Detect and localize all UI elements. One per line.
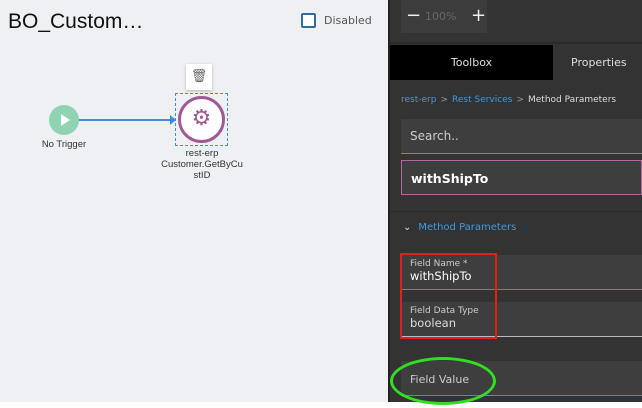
section-header[interactable]: ⌄ Method Parameters <box>403 222 516 233</box>
trigger-label: No Trigger <box>41 139 87 150</box>
breadcrumb-sep: > <box>516 95 524 105</box>
green-highlight-annotation <box>390 357 496 405</box>
node-label: rest-erp Customer.GetByCu stID <box>156 148 248 181</box>
divider <box>390 42 642 44</box>
node-name: rest-erp <box>185 148 219 159</box>
tab-properties[interactable]: Properties <box>553 45 642 80</box>
red-highlight-annotation <box>400 253 497 339</box>
breadcrumb-current: Method Parameters <box>527 95 617 105</box>
zoom-out-button[interactable]: − <box>406 5 421 26</box>
zoom-in-button[interactable]: + <box>471 5 486 26</box>
gear-icon: ⚙ <box>191 106 212 131</box>
method-parameter-item[interactable]: withShipTo <box>401 160 642 195</box>
trigger-node[interactable] <box>49 105 79 135</box>
search-input[interactable]: Search.. <box>401 119 642 154</box>
properties-panel: − 100% + Toolbox Properties rest-erp > Res… <box>388 0 642 405</box>
flow-canvas[interactable]: BO_Custom… Disabled No Trigger 🗑 ⚙ rest-… <box>0 0 388 402</box>
node-method: Customer.GetByCu <box>161 159 243 170</box>
tab-toolbox[interactable]: Toolbox <box>390 45 553 80</box>
connector-line <box>79 119 172 121</box>
disabled-label: Disabled <box>324 14 372 27</box>
chevron-down-icon: ⌄ <box>403 222 412 233</box>
breadcrumb-rest-services[interactable]: Rest Services <box>452 95 512 105</box>
breadcrumb-rest-erp[interactable]: rest-erp <box>401 95 436 105</box>
breadcrumb: rest-erp > Rest Services > Method Parameters <box>401 95 616 105</box>
zoom-control: − 100% + <box>401 0 487 33</box>
rest-erp-node[interactable]: ⚙ <box>178 96 225 143</box>
delete-node-button[interactable]: 🗑 <box>186 64 212 90</box>
breadcrumb-sep: > <box>440 95 449 105</box>
trash-icon: 🗑 <box>190 69 208 84</box>
zoom-value: 100% <box>425 10 457 23</box>
section-title: Method Parameters <box>418 222 517 233</box>
divider <box>390 211 642 212</box>
flow-title: BO_Custom… <box>8 10 144 33</box>
node-method-cont: stID <box>193 170 211 181</box>
disabled-checkbox[interactable] <box>301 13 316 28</box>
